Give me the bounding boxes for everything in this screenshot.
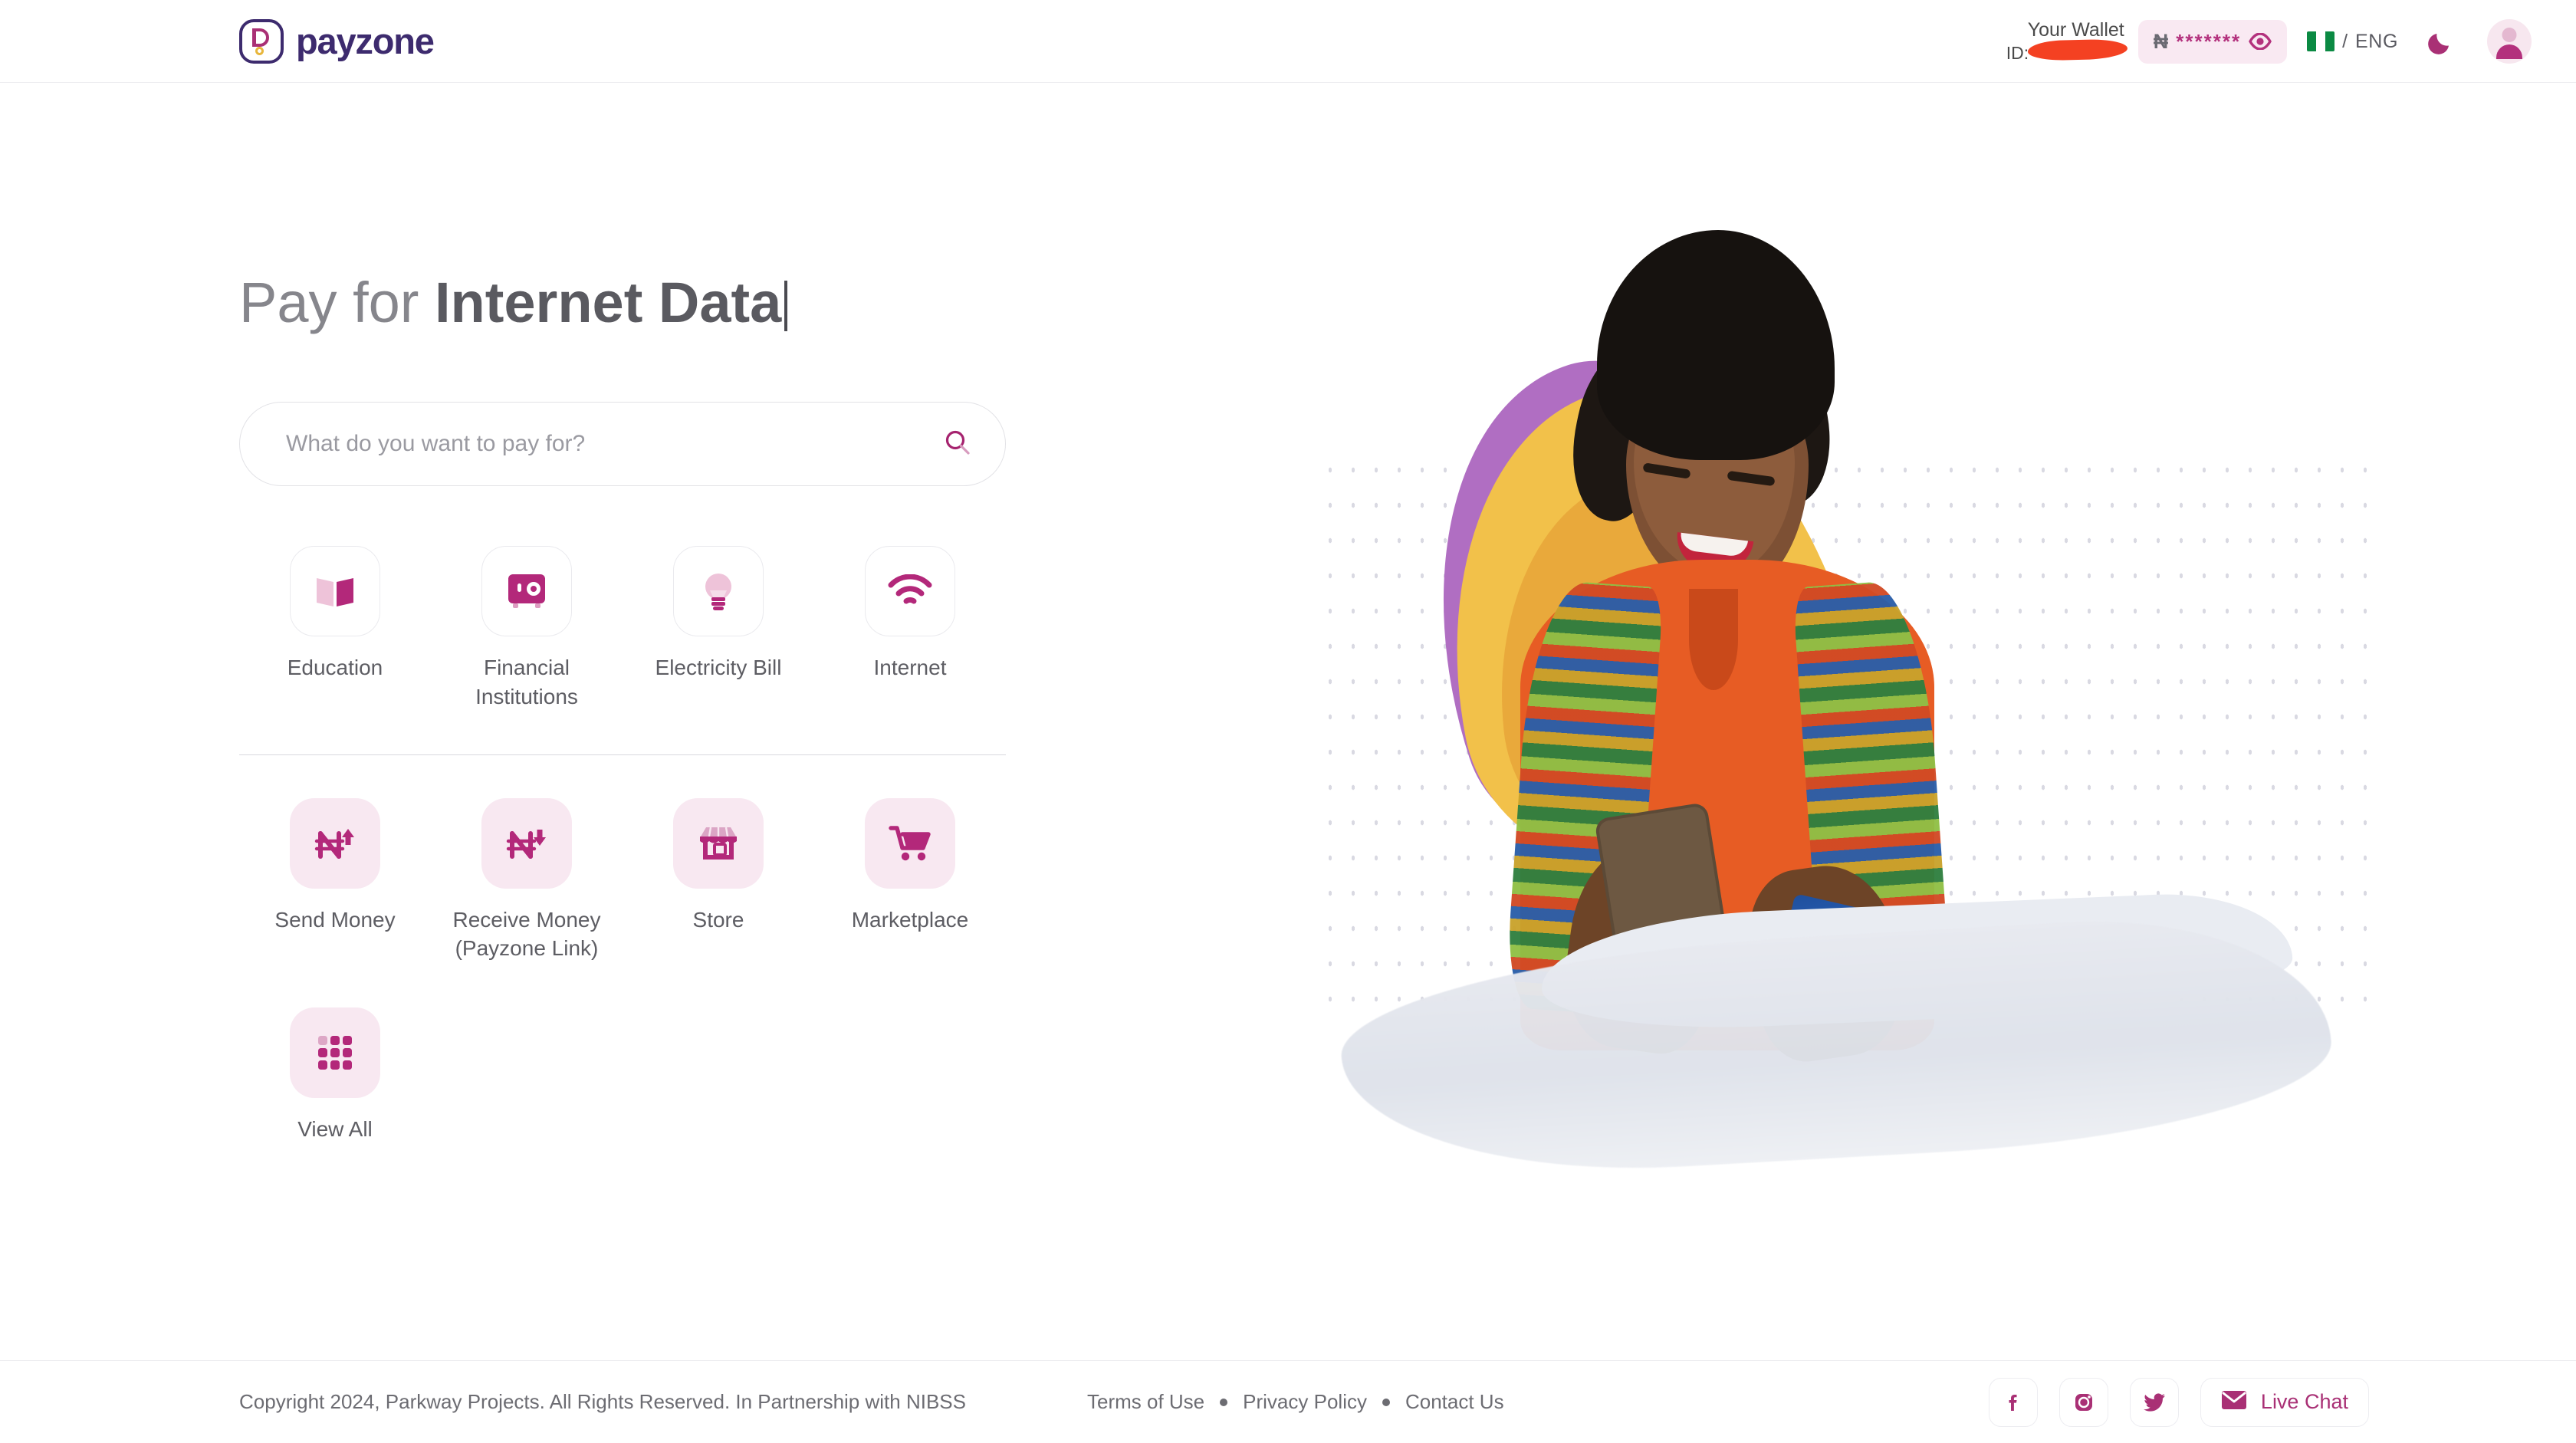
service-label: Education bbox=[287, 656, 383, 679]
storefront-icon bbox=[673, 797, 764, 889]
service-tile-internet[interactable]: Internet bbox=[814, 538, 1006, 712]
payzone-logo-icon bbox=[239, 18, 284, 64]
facebook-icon bbox=[2009, 1394, 2017, 1411]
service-label: Receive Money (Payzone Link) bbox=[452, 907, 601, 961]
service-label: Marketplace bbox=[851, 907, 969, 932]
service-label: Financial Institutions bbox=[475, 656, 578, 708]
page-title: Pay for Internet Data bbox=[239, 274, 1052, 331]
service-grid-row-3: View All bbox=[239, 1000, 1006, 1144]
separator-dot bbox=[1220, 1398, 1228, 1406]
app-header: payzone Your Wallet ID: ₦ ******* / ENG bbox=[0, 0, 2576, 83]
headline-static: Pay for bbox=[239, 271, 435, 334]
service-tile-marketplace[interactable]: Marketplace bbox=[814, 791, 1006, 964]
service-grid-row-1: Education Financial Institutions Electri… bbox=[239, 538, 1006, 712]
twitter-icon bbox=[2143, 1392, 2165, 1412]
service-tile-financial-institutions[interactable]: Financial Institutions bbox=[431, 538, 623, 712]
service-label: Send Money bbox=[274, 907, 396, 932]
brand-name: payzone bbox=[296, 21, 435, 61]
service-label: Electricity Bill bbox=[655, 656, 782, 679]
service-tile-store[interactable]: Store bbox=[623, 791, 814, 964]
wallet-info: Your Wallet ID: bbox=[2006, 19, 2128, 64]
wallet-balance-pill[interactable]: ₦ ******* bbox=[2137, 19, 2288, 64]
headline-typed: Internet Data bbox=[435, 271, 782, 334]
service-label: Internet bbox=[873, 656, 947, 679]
wallet-id-label: ID: bbox=[2006, 42, 2029, 63]
search-bar[interactable] bbox=[239, 402, 1006, 486]
header-right-cluster: Your Wallet ID: ₦ ******* / ENG bbox=[2006, 0, 2576, 83]
live-chat-button[interactable]: Live Chat bbox=[2200, 1377, 2369, 1427]
language-code: ENG bbox=[2355, 30, 2398, 52]
footer-right-cluster: Live Chat bbox=[1988, 1377, 2369, 1427]
app-footer: Copyright 2024, Parkway Projects. All Ri… bbox=[0, 1360, 2576, 1443]
search-icon[interactable] bbox=[944, 429, 971, 460]
service-tile-receive-money[interactable]: Receive Money (Payzone Link) bbox=[431, 791, 623, 964]
user-avatar-icon[interactable] bbox=[2487, 19, 2532, 64]
facebook-button[interactable] bbox=[1988, 1377, 2038, 1427]
nigeria-flag-icon bbox=[2307, 31, 2335, 51]
instagram-button[interactable] bbox=[2058, 1377, 2108, 1427]
footer-link-privacy[interactable]: Privacy Policy bbox=[1243, 1390, 1367, 1414]
service-grid-row-2: Send Money Receive Money (Payzone Link) bbox=[239, 791, 1006, 964]
light-bulb-icon bbox=[673, 546, 764, 636]
shopping-cart-icon bbox=[865, 797, 955, 889]
naira-down-arrow-icon bbox=[481, 797, 572, 889]
footer-link-terms[interactable]: Terms of Use bbox=[1087, 1390, 1204, 1414]
shirt-neckline bbox=[1689, 589, 1738, 690]
wallet-id-redaction bbox=[2027, 38, 2128, 61]
open-book-icon bbox=[290, 546, 380, 636]
eye-icon[interactable] bbox=[2249, 33, 2272, 50]
live-chat-label: Live Chat bbox=[2260, 1390, 2348, 1413]
service-label: View All bbox=[297, 1117, 373, 1142]
service-tile-education[interactable]: Education bbox=[239, 538, 431, 712]
hair-top bbox=[1597, 230, 1835, 460]
twitter-button[interactable] bbox=[2129, 1377, 2179, 1427]
safe-vault-icon bbox=[481, 546, 572, 636]
logo-dot-glyph bbox=[255, 46, 264, 55]
service-tile-electricity-bill[interactable]: Electricity Bill bbox=[623, 538, 814, 712]
footer-links: Terms of Use Privacy Policy Contact Us bbox=[1087, 1390, 1504, 1414]
moon-icon[interactable] bbox=[2426, 26, 2456, 57]
separator-dot bbox=[1382, 1398, 1390, 1406]
wallet-id-row: ID: bbox=[2006, 38, 2128, 64]
instagram-icon bbox=[2075, 1393, 2092, 1411]
service-tile-view-all[interactable]: View All bbox=[239, 1000, 431, 1144]
service-label: Store bbox=[692, 907, 744, 932]
naira-symbol: ₦ bbox=[2153, 29, 2169, 53]
copyright-text: Copyright 2024, Parkway Projects. All Ri… bbox=[239, 1390, 966, 1413]
language-selector[interactable]: / ENG bbox=[2307, 31, 2398, 53]
wallet-title: Your Wallet bbox=[2027, 19, 2124, 41]
footer-link-contact[interactable]: Contact Us bbox=[1405, 1390, 1504, 1414]
search-input[interactable] bbox=[286, 431, 944, 457]
main-left-column: Pay for Internet Data Education bbox=[239, 83, 1052, 1144]
service-tile-send-money[interactable]: Send Money bbox=[239, 791, 431, 964]
typing-caret bbox=[784, 281, 788, 331]
wifi-icon bbox=[865, 546, 955, 636]
language-separator: / bbox=[2342, 30, 2348, 52]
avatar-body bbox=[2496, 44, 2522, 59]
logo-d-glyph bbox=[252, 28, 269, 47]
grid-dots-icon bbox=[290, 1007, 380, 1099]
section-divider bbox=[239, 754, 1006, 755]
envelope-icon bbox=[2221, 1390, 2247, 1414]
avatar-head bbox=[2502, 28, 2517, 42]
brand-logo[interactable]: payzone bbox=[239, 18, 435, 64]
masked-balance: ******* bbox=[2176, 29, 2242, 53]
naira-up-arrow-icon bbox=[290, 797, 380, 889]
hero-illustration bbox=[1288, 230, 2377, 1242]
